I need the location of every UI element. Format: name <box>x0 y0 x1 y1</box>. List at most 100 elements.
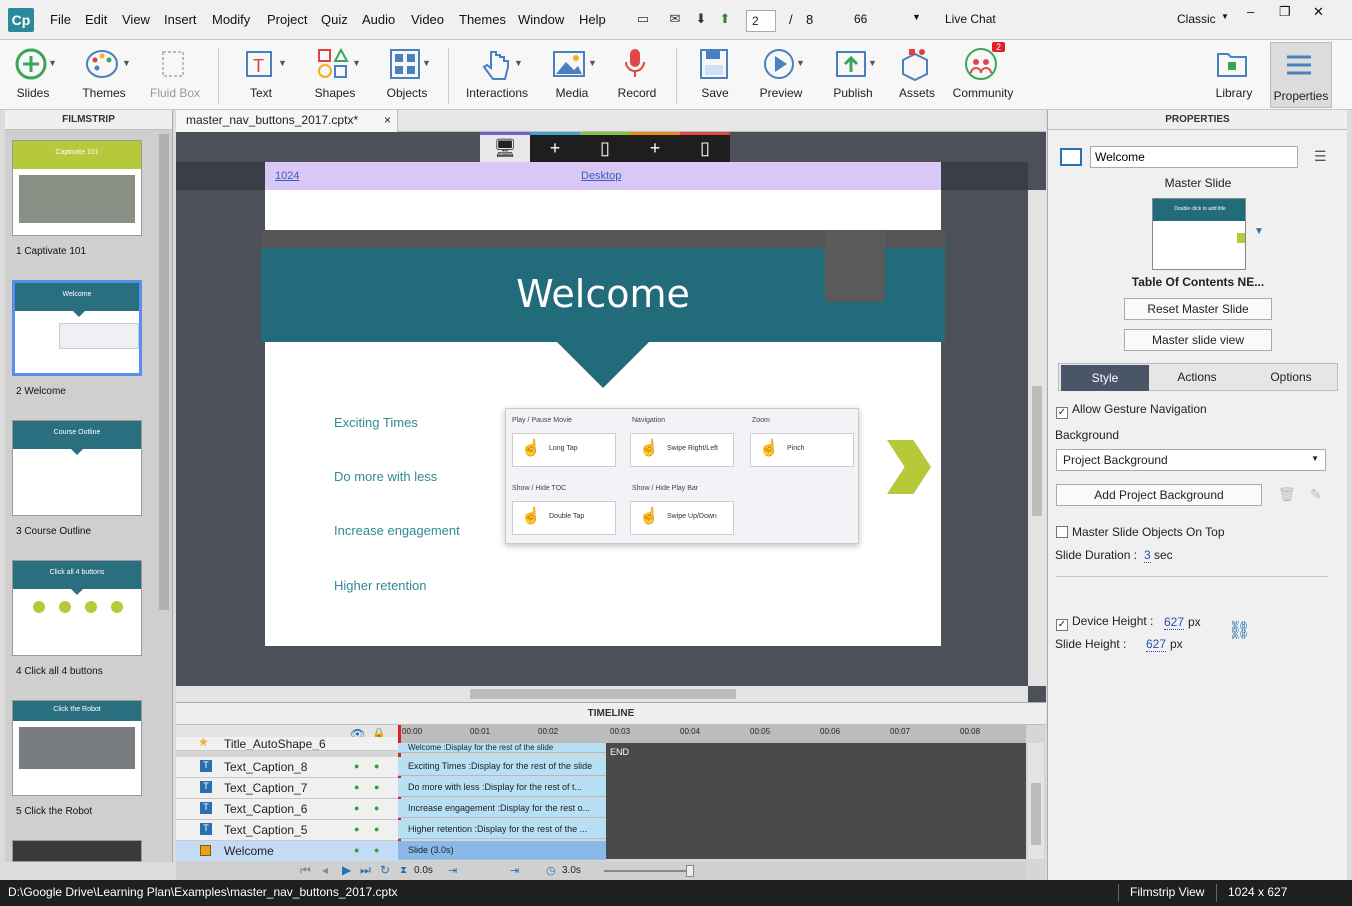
timeline-bar[interactable]: Welcome :Display for the rest of the sli… <box>398 743 606 753</box>
time-shift-right[interactable]: ⇥ <box>510 864 519 877</box>
scroll-thumb[interactable] <box>470 689 736 699</box>
workspace-select[interactable]: Classic <box>1177 12 1216 26</box>
scroll-thumb[interactable] <box>1032 386 1042 516</box>
menu-quiz[interactable]: Quiz <box>321 12 348 27</box>
master-dropdown-icon[interactable]: ▼ <box>1254 226 1264 237</box>
close-tab-icon[interactable]: × <box>384 113 391 127</box>
loop-icon[interactable]: ↻ <box>380 863 390 877</box>
tab-style[interactable]: Style <box>1061 365 1149 391</box>
timeline-scrollbar[interactable] <box>1028 743 1044 859</box>
filmstrip-slide-4[interactable]: Click all 4 buttons <box>12 560 142 656</box>
current-slide-input[interactable]: 2 <box>746 10 776 32</box>
desktop-icon[interactable]: 🖥 <box>480 132 530 162</box>
slide-duration-value[interactable]: 3 <box>1144 548 1151 563</box>
menu-window[interactable]: Window <box>518 12 564 27</box>
workspace-dropdown-icon[interactable]: ▼ <box>1221 12 1229 21</box>
timeline-row[interactable]: Welcome ● ● <box>176 841 398 862</box>
maximize-button[interactable]: ❐ <box>1279 4 1291 20</box>
menu-video[interactable]: Video <box>411 12 444 27</box>
timeline-row[interactable]: Text_Caption_8 T ● ● <box>176 757 398 778</box>
menu-file[interactable]: File <box>50 12 71 27</box>
shapes-button[interactable]: ▼ Shapes <box>306 40 364 110</box>
save-button[interactable]: Save <box>688 40 742 110</box>
filmstrip-slide-6[interactable] <box>12 840 142 862</box>
bullet-2[interactable]: Do more with less <box>334 469 437 484</box>
menu-view[interactable]: View <box>122 12 150 27</box>
bullet-3[interactable]: Increase engagement <box>334 523 460 538</box>
allow-gesture-checkbox[interactable]: ✓ Allow Gesture Navigation <box>1056 402 1207 419</box>
rewind-icon[interactable]: ⏮ <box>300 863 311 878</box>
pencil-icon[interactable]: ✎ <box>1310 486 1322 503</box>
record-button[interactable]: Record <box>610 40 664 110</box>
gesture-card[interactable]: Play / Pause Movie Long Tap ☝ Navigation … <box>505 408 859 544</box>
zoom-value[interactable]: 66 <box>854 12 867 26</box>
filmstrip-slide-2[interactable]: Welcome <box>12 280 142 376</box>
next-chevron-button[interactable] <box>887 440 931 494</box>
timeline-row[interactable]: Text_Caption_7 T ● ● <box>176 778 398 799</box>
device-height-value[interactable]: 627 <box>1164 615 1185 630</box>
timeline-bar[interactable]: Do more with less :Display for the rest … <box>398 778 606 797</box>
text-button[interactable]: T ▼ Text <box>232 40 290 110</box>
add-breakpoint-icon[interactable]: + <box>530 132 580 162</box>
menu-audio[interactable]: Audio <box>362 12 395 27</box>
tab-actions[interactable]: Actions <box>1153 364 1241 390</box>
play-icon[interactable]: ▶ <box>342 863 351 877</box>
properties-button[interactable]: Properties <box>1270 42 1332 108</box>
mobile-icon[interactable]: ▯ <box>680 132 730 162</box>
back-icon[interactable]: ◂ <box>322 863 328 877</box>
time-ruler[interactable]: 00:00 00:01 00:02 00:03 00:04 00:05 00:0… <box>398 725 1026 743</box>
trash-icon[interactable]: 🗑 <box>1278 486 1296 503</box>
close-button[interactable]: ✕ <box>1313 4 1324 20</box>
background-select[interactable]: Project Background ▼ <box>1056 449 1326 471</box>
slide-height-value[interactable]: 627 <box>1146 637 1167 652</box>
filmstrip-scrollbar[interactable] <box>159 134 169 610</box>
zoom-slider-thumb[interactable] <box>686 865 694 877</box>
add-breakpoint-icon[interactable]: + <box>630 132 680 162</box>
publish-button[interactable]: ▼ Publish <box>822 40 884 110</box>
minimize-button[interactable]: – <box>1247 4 1254 19</box>
timeline-row[interactable]: Text_Caption_6 T ● ● <box>176 799 398 820</box>
media-button[interactable]: ▼ Media <box>544 40 600 110</box>
slide-title[interactable]: Welcome <box>265 272 941 316</box>
download-icon[interactable]: ⬇ <box>692 10 710 28</box>
bullet-4[interactable]: Higher retention <box>334 578 427 593</box>
preview-button[interactable]: ▼ Preview <box>750 40 812 110</box>
filmstrip-slide-3[interactable]: Course Outline <box>12 420 142 516</box>
community-button[interactable]: 2 Community <box>950 40 1016 110</box>
menu-insert[interactable]: Insert <box>164 12 197 27</box>
time-shift-left[interactable]: ⇥ <box>448 864 457 877</box>
menu-project[interactable]: Project <box>267 12 307 27</box>
mail-icon[interactable]: ✉ <box>666 10 684 28</box>
bullet-1[interactable]: Exciting Times <box>334 415 418 430</box>
list-options-icon[interactable]: ☰ <box>1314 148 1327 165</box>
reset-master-slide-button[interactable]: Reset Master Slide <box>1124 298 1272 320</box>
timeline-bar[interactable]: Exciting Times :Display for the rest of … <box>398 757 606 776</box>
device-height-checkbox[interactable]: ✓ Device Height : <box>1056 614 1153 631</box>
slides-button[interactable]: ▼ Slides <box>4 40 62 110</box>
add-project-background-button[interactable]: Add Project Background <box>1056 484 1262 506</box>
timeline-bar[interactable]: Slide (3.0s) <box>398 841 606 860</box>
caption-icon[interactable]: ▭ <box>634 10 652 28</box>
breakpoint-mode[interactable]: Desktop <box>581 170 621 182</box>
scroll-thumb[interactable] <box>1031 783 1041 845</box>
tablet-icon[interactable]: ▯ <box>580 132 630 162</box>
zoom-slider[interactable] <box>604 870 694 872</box>
stage-vertical-scrollbar[interactable] <box>1028 190 1046 686</box>
breakpoint-width[interactable]: 1024 <box>275 170 299 182</box>
tab-options[interactable]: Options <box>1247 364 1335 390</box>
themes-button[interactable]: ▼ Themes <box>72 40 136 110</box>
fluid-box-button[interactable]: Fluid Box <box>144 40 206 110</box>
menu-edit[interactable]: Edit <box>85 12 107 27</box>
assets-button[interactable]: Assets <box>892 40 942 110</box>
menu-themes[interactable]: Themes <box>459 12 506 27</box>
document-tab[interactable]: master_nav_buttons_2017.cptx* × <box>176 110 398 132</box>
live-chat-link[interactable]: Live Chat <box>945 12 996 26</box>
slide-name-input[interactable] <box>1090 146 1298 168</box>
filmstrip-slide-5[interactable]: Click the Robot <box>12 700 142 796</box>
master-slide-view-button[interactable]: Master slide view <box>1124 329 1272 351</box>
upload-icon[interactable]: ⬆ <box>716 10 734 28</box>
menu-help[interactable]: Help <box>579 12 606 27</box>
library-button[interactable]: Library <box>1206 40 1262 110</box>
stage-horizontal-scrollbar[interactable] <box>176 686 1028 702</box>
timeline-row[interactable]: Title_AutoShape_6 ★ <box>176 737 398 751</box>
